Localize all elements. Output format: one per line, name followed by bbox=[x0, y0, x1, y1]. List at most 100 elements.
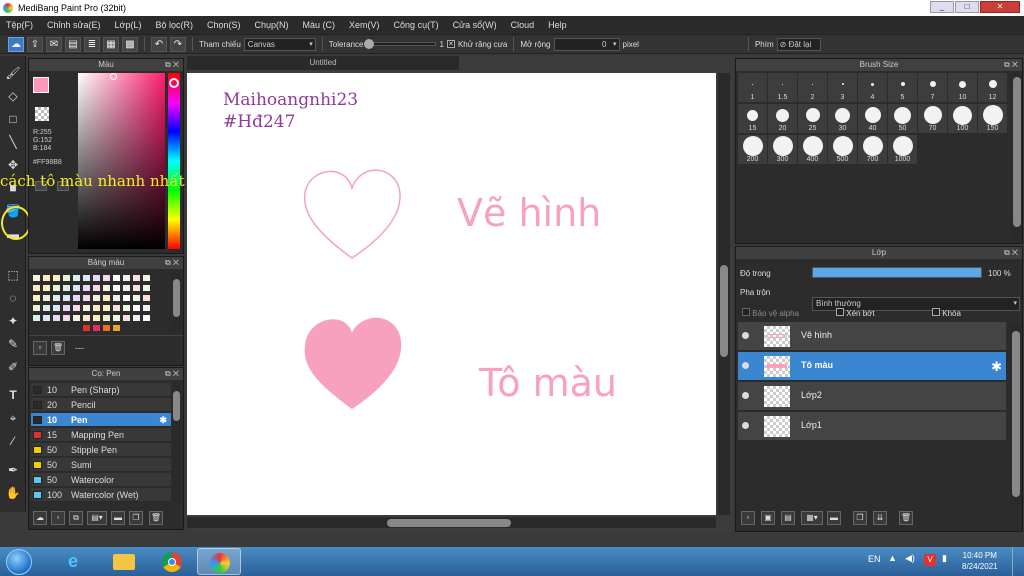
canvas-tab[interactable]: Untitled bbox=[187, 56, 459, 70]
brush-size-cell[interactable]: 20 bbox=[768, 104, 797, 133]
language-indicator[interactable]: EN bbox=[868, 554, 881, 564]
palette-swatch[interactable] bbox=[123, 305, 130, 311]
rect-tool-icon[interactable]: □ bbox=[4, 110, 22, 128]
brush-size-cell[interactable]: 30 bbox=[828, 104, 857, 133]
brush-size-cell[interactable]: 7 bbox=[918, 73, 947, 102]
menu-color[interactable]: Màu (C) bbox=[303, 20, 336, 30]
brush-size-cell[interactable]: 300 bbox=[768, 135, 797, 164]
brush-item-selected[interactable]: 10 Pen ✱ bbox=[31, 413, 171, 427]
document-icon[interactable]: ▤ bbox=[65, 36, 81, 52]
new-halftone-layer-icon[interactable]: ▣ bbox=[761, 511, 775, 525]
palette-swatch[interactable] bbox=[73, 305, 80, 311]
minimize-button[interactable]: _ bbox=[930, 1, 954, 13]
tolerance-slider[interactable] bbox=[364, 39, 437, 49]
list-icon[interactable]: ≣ bbox=[84, 36, 100, 52]
palette-swatch[interactable] bbox=[53, 305, 60, 311]
palette-swatch[interactable] bbox=[73, 275, 80, 281]
brush-size-cell[interactable]: 1 bbox=[738, 73, 767, 102]
brush-size-cell[interactable]: 1000 bbox=[888, 135, 917, 164]
palette-swatch[interactable] bbox=[103, 305, 110, 311]
menu-select[interactable]: Chọn(S) bbox=[207, 20, 241, 30]
brush-size-cell[interactable]: 700 bbox=[858, 135, 887, 164]
dropper-tool-icon[interactable]: ⁄ bbox=[4, 432, 22, 450]
primary-color-swatch[interactable] bbox=[33, 77, 49, 93]
cloud-brush-icon[interactable]: ☁ bbox=[33, 511, 47, 525]
brush-size-cell[interactable]: 400 bbox=[798, 135, 827, 164]
duplicate-icon[interactable]: ❐ bbox=[129, 511, 143, 525]
palette-swatch[interactable] bbox=[103, 315, 110, 321]
palette-swatch[interactable] bbox=[113, 275, 120, 281]
undo-icon[interactable]: ↶ bbox=[151, 36, 167, 52]
palette-swatch[interactable] bbox=[143, 315, 150, 321]
share-icon[interactable]: ⇪ bbox=[27, 36, 43, 52]
layer-row[interactable]: Vẽ hình bbox=[738, 322, 1006, 351]
menu-tools[interactable]: Công cụ(T) bbox=[394, 20, 439, 30]
menu-capture[interactable]: Chụp(N) bbox=[255, 20, 289, 30]
antivirus-icon[interactable]: V bbox=[924, 554, 936, 566]
brush-size-cell[interactable]: 2 bbox=[798, 73, 827, 102]
menu-view[interactable]: Xem(V) bbox=[349, 20, 380, 30]
layer-row[interactable]: Lớp1 bbox=[738, 412, 1006, 441]
menu-edit[interactable]: Chỉnh sửa(E) bbox=[47, 20, 101, 30]
expand-input[interactable]: 0 ▾ bbox=[553, 37, 620, 51]
comment-icon[interactable]: ✉ bbox=[46, 36, 62, 52]
palette-swatch[interactable] bbox=[43, 305, 50, 311]
brush-size-cell[interactable]: 40 bbox=[858, 104, 887, 133]
new-layer-icon[interactable]: ▫ bbox=[741, 511, 755, 525]
line-tool-icon[interactable]: ╲ bbox=[4, 133, 22, 151]
palette-swatch[interactable] bbox=[103, 285, 110, 291]
select-pen-icon[interactable]: ✎ bbox=[4, 335, 22, 353]
canvas[interactable]: Maihoangnhi23 #Hđ247 Vẽ hình Tô màu bbox=[187, 73, 716, 515]
canvas-hscroll[interactable] bbox=[187, 517, 716, 528]
folder-icon[interactable]: ▬ bbox=[111, 511, 125, 525]
start-button[interactable] bbox=[6, 549, 32, 575]
palette-swatch[interactable] bbox=[133, 275, 140, 281]
brush-size-cell[interactable]: 15 bbox=[738, 104, 767, 133]
palette-swatch[interactable] bbox=[73, 285, 80, 291]
visibility-icon[interactable] bbox=[742, 422, 749, 429]
palette-swatch[interactable] bbox=[113, 325, 120, 331]
palette-swatch[interactable] bbox=[33, 305, 40, 311]
palette-swatch[interactable] bbox=[63, 275, 70, 281]
palette-swatch[interactable] bbox=[123, 275, 130, 281]
reference-select[interactable]: Canvas ▾ bbox=[243, 37, 316, 51]
palette-swatch[interactable] bbox=[43, 285, 50, 291]
cloud-icon[interactable]: ☁ bbox=[8, 36, 24, 52]
brush-tool-icon[interactable]: 🖌 bbox=[4, 64, 22, 82]
tiles-icon[interactable]: ▩ bbox=[122, 36, 138, 52]
palette-swatch[interactable] bbox=[143, 275, 150, 281]
brush-size-cell[interactable]: 4 bbox=[858, 73, 887, 102]
show-hidden-icons[interactable]: ▲ bbox=[888, 553, 897, 563]
brush-item[interactable]: 50 Watercolor bbox=[31, 473, 171, 487]
palette-swatch[interactable] bbox=[33, 295, 40, 301]
brush-size-cell[interactable]: 5 bbox=[888, 73, 917, 102]
palette-swatch[interactable] bbox=[83, 295, 90, 301]
palette-swatch[interactable] bbox=[83, 275, 90, 281]
brush-size-cell[interactable]: 10 bbox=[948, 73, 977, 102]
palette-swatch[interactable] bbox=[103, 325, 110, 331]
palette-swatch[interactable] bbox=[143, 305, 150, 311]
palette-swatch[interactable] bbox=[43, 295, 50, 301]
brush-item[interactable]: 100 Watercolor (Wet) bbox=[31, 488, 171, 502]
menu-window[interactable]: Cửa sổ(W) bbox=[453, 20, 497, 30]
palette-grid[interactable] bbox=[29, 271, 169, 331]
hand-tool-icon[interactable]: ✋ bbox=[4, 484, 22, 502]
brush-size-grid[interactable]: 1 1.5 2 3 4 5 7 10 12 15 20 25 30 40 50 70 100 150 200 300 4… bbox=[738, 73, 1008, 243]
palette-swatch[interactable] bbox=[143, 295, 150, 301]
layer-settings-gear-icon[interactable]: ✱ bbox=[991, 359, 1002, 375]
delete-palette-icon[interactable]: 🗑 bbox=[51, 341, 65, 355]
new-8bit-layer-icon[interactable]: ▤ bbox=[781, 511, 795, 525]
brush-item[interactable]: 15 Mapping Pen bbox=[31, 428, 171, 442]
speaker-icon[interactable]: ◀) bbox=[905, 553, 915, 564]
palette-swatch[interactable] bbox=[113, 285, 120, 291]
visibility-icon[interactable] bbox=[742, 332, 749, 339]
brush-size-cell[interactable]: 100 bbox=[948, 104, 977, 133]
palette-swatch[interactable] bbox=[63, 295, 70, 301]
lasso-tool-icon[interactable]: ◌ bbox=[4, 289, 22, 307]
brush-size-cell[interactable]: 12 bbox=[978, 73, 1007, 102]
grid-icon[interactable]: ▦ bbox=[103, 36, 119, 52]
palette-swatch[interactable] bbox=[53, 295, 60, 301]
antialias-checkbox[interactable]: ✕ bbox=[446, 40, 455, 48]
layer-folder-icon[interactable]: ▬ bbox=[827, 511, 841, 525]
palette-swatch[interactable] bbox=[83, 305, 90, 311]
